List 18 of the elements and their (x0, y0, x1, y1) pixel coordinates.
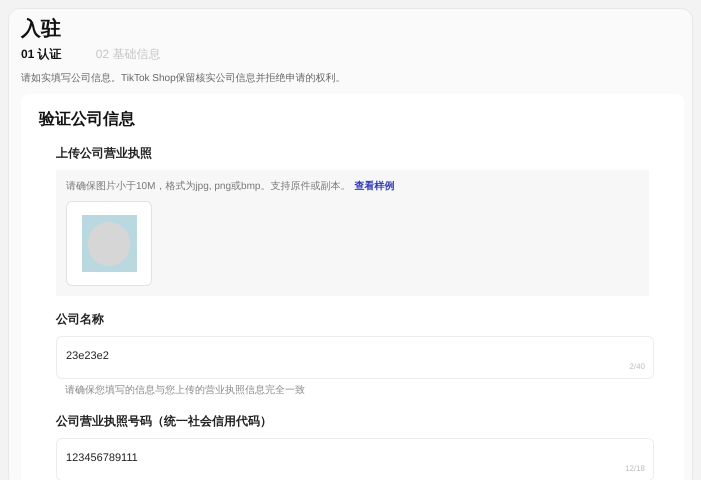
section-title: 验证公司信息 (39, 110, 136, 130)
field-label: 公司营业执照号码（统一社会信用代码） (56, 413, 273, 430)
page-title: 入驻 (21, 16, 62, 42)
notice-text: 请如实填写公司信息。TikTok Shop保留核实公司信息并拒绝申请的权利。 (21, 72, 347, 86)
upload-thumbnail[interactable] (66, 201, 152, 286)
char-counter: 2/40 (629, 361, 645, 373)
image-placeholder (82, 215, 136, 272)
sample-link[interactable]: 查看样例 (354, 179, 394, 194)
input-field[interactable]: 23e23e2 2/40 (56, 336, 654, 379)
input-value: 123456789111 (66, 452, 138, 464)
upload-hint: 请确保图片小于10M，格式为jpg, png或bmp。支持原件或副本。 (66, 180, 350, 194)
field-label: 公司名称 (56, 311, 105, 328)
char-counter: 12/18 (624, 463, 645, 475)
field-label: 上传公司营业执照 (56, 145, 153, 162)
helper-text: 请确保您填写的信息与您上传的营业执照信息完全一致 (64, 384, 306, 398)
step-tab[interactable]: 01 认证 (21, 45, 62, 63)
input-field[interactable]: 123456789111 12/18 (56, 438, 654, 480)
input-value: 23e23e2 (66, 350, 109, 362)
